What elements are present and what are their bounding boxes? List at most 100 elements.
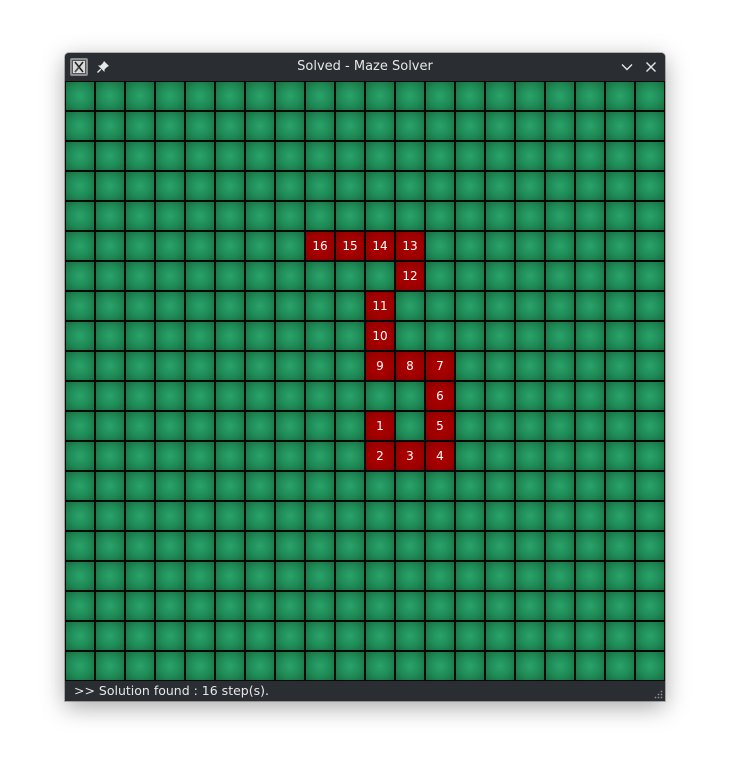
maze-cell: [635, 201, 665, 231]
maze-cell: [575, 201, 605, 231]
maze-cell: [95, 321, 125, 351]
maze-cell: [395, 291, 425, 321]
maze-cell: [365, 201, 395, 231]
maze-cell: [455, 561, 485, 591]
maze-cell: [155, 621, 185, 651]
maze-cell: [605, 81, 635, 111]
maze-cell: [305, 621, 335, 651]
maze-cell: [185, 411, 215, 441]
maze-cell: [395, 561, 425, 591]
maze-cell: [545, 321, 575, 351]
maze-cell: [335, 111, 365, 141]
resize-grip-icon[interactable]: [653, 689, 663, 699]
maze-cell: [215, 531, 245, 561]
maze-cell: [125, 621, 155, 651]
maze-cell: [245, 141, 275, 171]
maze-cell: [455, 471, 485, 501]
maze-cell: [125, 441, 155, 471]
maze-cell: [245, 501, 275, 531]
maze-cell: [305, 321, 335, 351]
maze-cell: [275, 621, 305, 651]
maze-cell: [575, 621, 605, 651]
maze-cell: [365, 111, 395, 141]
maze-cell: [95, 141, 125, 171]
maze-cell: [545, 531, 575, 561]
maze-cell: [245, 261, 275, 291]
maze-cell: [425, 111, 455, 141]
maze-cell: [545, 441, 575, 471]
maze-cell: [335, 381, 365, 411]
maze-cell: [485, 471, 515, 501]
maze-cell: [455, 651, 485, 681]
maze-cell: [365, 501, 395, 531]
maze-cell: [155, 231, 185, 261]
maze-cell: [215, 111, 245, 141]
maze-cell: [365, 561, 395, 591]
maze-cell: [185, 591, 215, 621]
maze-cell: [545, 351, 575, 381]
maze-cell: [245, 381, 275, 411]
path-cell: 1: [365, 411, 395, 441]
maze-cell: [515, 321, 545, 351]
path-cell: 2: [365, 441, 395, 471]
maze-cell: [575, 471, 605, 501]
maze-cell: [215, 171, 245, 201]
maze-cell: [485, 321, 515, 351]
maze-cell: [275, 171, 305, 201]
maze-cell: [515, 441, 545, 471]
maze-cell: [305, 81, 335, 111]
maze-cell: [425, 291, 455, 321]
maze-cell: [455, 441, 485, 471]
maze-cell: [545, 621, 575, 651]
maze-cell: [575, 111, 605, 141]
maze-cell: [305, 651, 335, 681]
maze-cell: [125, 321, 155, 351]
maze-cell: [515, 81, 545, 111]
maze-cell: [575, 381, 605, 411]
maze-cell: [65, 381, 95, 411]
maze-cell: [545, 471, 575, 501]
maze-cell: [575, 501, 605, 531]
maze-cell: [155, 171, 185, 201]
maze-cell: [395, 411, 425, 441]
maze-cell: [155, 531, 185, 561]
maze-cell: [575, 531, 605, 561]
maze-cell: [605, 261, 635, 291]
maze-cell: [305, 201, 335, 231]
maze-cell: [635, 531, 665, 561]
maze-cell: [275, 531, 305, 561]
maze-cell: [485, 291, 515, 321]
chevron-down-icon[interactable]: [617, 57, 637, 77]
maze-cell: [95, 591, 125, 621]
maze-cell: [185, 111, 215, 141]
maze-cell: [335, 651, 365, 681]
maze-cell: [485, 81, 515, 111]
path-cell: 13: [395, 231, 425, 261]
maze-cell: [95, 171, 125, 201]
maze-cell: [635, 171, 665, 201]
maze-cell: [635, 591, 665, 621]
maze-cell: [545, 141, 575, 171]
maze-cell: [485, 201, 515, 231]
maze-cell: [155, 561, 185, 591]
maze-cell: [485, 261, 515, 291]
maze-cell: [425, 141, 455, 171]
maze-cell: [65, 81, 95, 111]
maze-cell: [155, 261, 185, 291]
maze-cell: [515, 201, 545, 231]
path-cell: 11: [365, 291, 395, 321]
close-icon[interactable]: [641, 57, 661, 77]
maze-cell: [425, 591, 455, 621]
maze-cell: [215, 381, 245, 411]
maze-cell: [455, 291, 485, 321]
title-bar[interactable]: Solved - Maze Solver: [65, 53, 665, 81]
maze-cell: [275, 411, 305, 441]
maze-cell: [365, 141, 395, 171]
maze-cell: [335, 81, 365, 111]
maze-cell: [335, 471, 365, 501]
maze-cell: [95, 201, 125, 231]
maze-cell: [95, 291, 125, 321]
maze-cell: [455, 111, 485, 141]
maze-cell: [215, 231, 245, 261]
maze-cell: [455, 381, 485, 411]
